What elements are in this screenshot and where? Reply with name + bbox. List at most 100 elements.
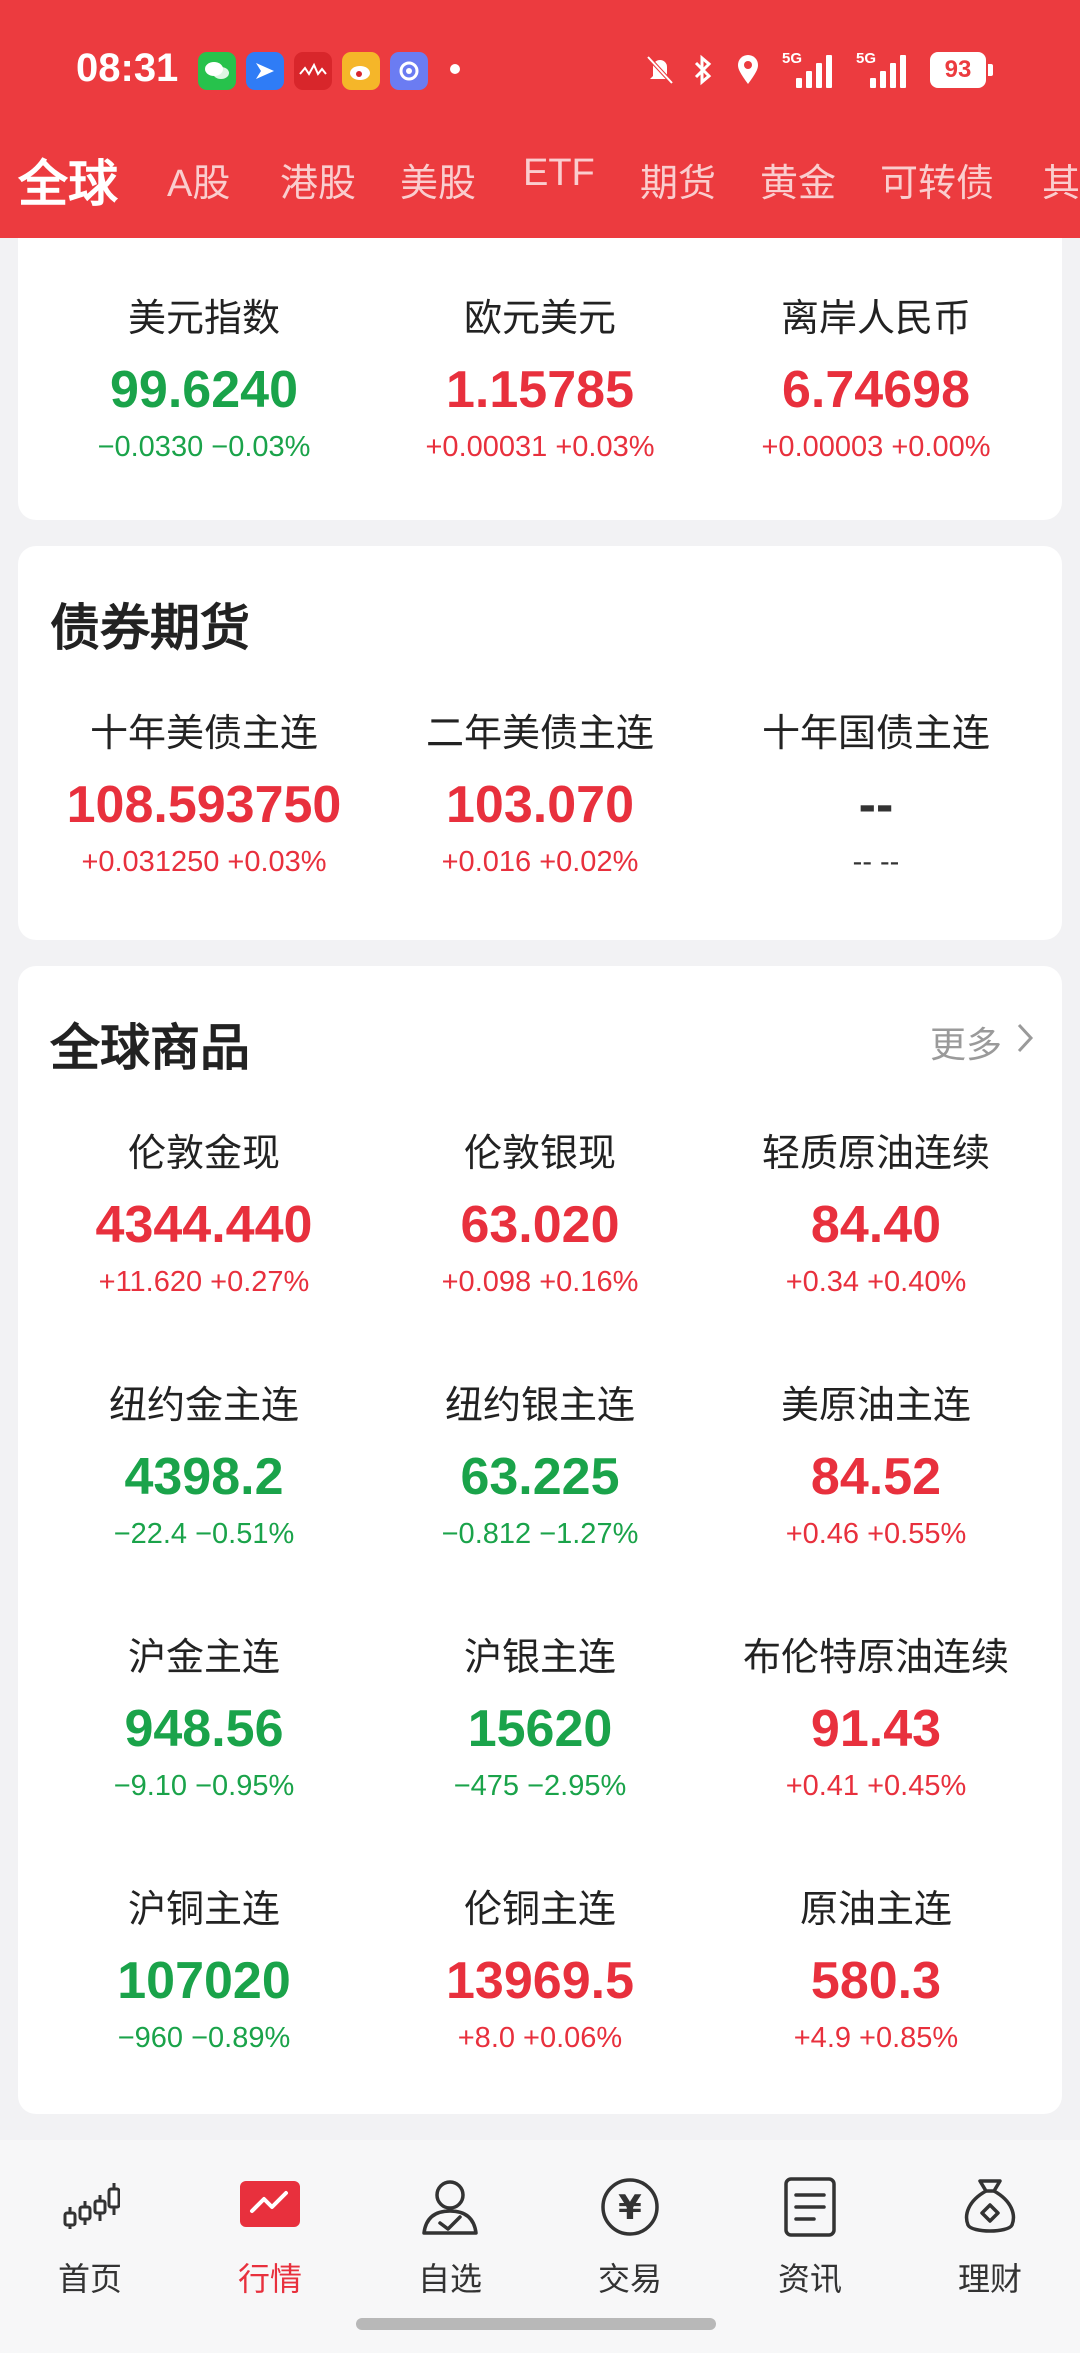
nav-news[interactable]: 资讯 (720, 2172, 900, 2300)
quote-change: −960 −0.89% (117, 2022, 291, 2054)
wechat-icon (198, 52, 236, 90)
quote-name: 美元指数 (127, 298, 280, 340)
quote-cell[interactable]: 原油主连 580.3 +4.9 +0.85% (708, 1884, 1044, 2058)
home-indicator[interactable] (356, 2318, 716, 2330)
candlestick-icon (55, 2172, 125, 2242)
global-commodities-card: 全球商品 更多 伦敦金现 4344.440 +11.620 +0.27% 伦敦银… (18, 966, 1062, 2114)
quote-change: −0.812 −1.27% (441, 1518, 639, 1550)
more-notifications-dot (450, 64, 460, 74)
tab-us-stocks[interactable]: 美股 (400, 152, 476, 207)
quote-change: −22.4 −0.51% (113, 1518, 295, 1550)
quote-name: 布伦特原油连续 (742, 1637, 1009, 1679)
user-check-icon (415, 2172, 485, 2242)
quote-cell[interactable]: 伦铜主连 13969.5 +8.0 +0.06% (372, 1884, 708, 2058)
nav-label: 自选 (417, 2261, 482, 2297)
quote-name: 十年美债主连 (89, 713, 318, 755)
tab-futures[interactable]: 期货 (640, 152, 716, 207)
nav-label: 交易 (597, 2261, 662, 2297)
quote-cell[interactable]: 伦敦银现 63.020 +0.098 +0.16% (372, 1128, 708, 1302)
quote-cell[interactable]: 布伦特原油连续 91.43 +0.41 +0.45% (708, 1632, 1044, 1806)
quote-change: +0.098 +0.16% (441, 1266, 639, 1298)
quote-name: 伦铜主连 (463, 1889, 616, 1931)
card-title: 债券期货 (50, 600, 250, 656)
quote-name: 二年美债主连 (425, 713, 654, 755)
quote-name: 轻质原油连续 (761, 1133, 990, 1175)
quote-cell[interactable]: 二年美债主连 103.070 +0.016 +0.02% (372, 708, 708, 882)
market-tabs: 全球 A股 港股 美股 ETF 期货 黄金 可转债 其 (0, 140, 1080, 220)
quote-name: 十年国债主连 (761, 713, 990, 755)
quote-cell[interactable]: 纽约银主连 63.225 −0.812 −1.27% (372, 1380, 708, 1554)
nav-market[interactable]: 行情 (180, 2172, 360, 2300)
tab-hk-stocks[interactable]: 港股 (280, 152, 356, 207)
quote-cell[interactable]: 沪金主连 948.56 −9.10 −0.95% (36, 1632, 372, 1806)
quote-price: 84.52 (810, 1448, 942, 1506)
quote-price: 15620 (467, 1700, 613, 1758)
cell-signal-icon (796, 54, 832, 88)
card-title: 全球商品 (50, 1020, 250, 1076)
quote-change: -- -- (852, 846, 900, 878)
nav-home[interactable]: 首页 (0, 2172, 180, 2300)
quote-name: 欧元美元 (463, 298, 616, 340)
quote-price: 948.56 (124, 1700, 284, 1758)
quote-name: 纽约金主连 (108, 1385, 299, 1427)
quote-name: 离岸人民币 (780, 298, 971, 340)
quote-cell[interactable]: 离岸人民币 6.74698 +0.00003 +0.00% (708, 293, 1044, 467)
quote-price: 13969.5 (446, 1952, 634, 2010)
quote-cell[interactable]: 美原油主连 84.52 +0.46 +0.55% (708, 1380, 1044, 1554)
quote-cell[interactable]: 欧元美元 1.15785 +0.00031 +0.03% (372, 293, 708, 467)
quote-price: 1.15785 (446, 361, 634, 419)
nav-label: 资讯 (777, 2261, 842, 2297)
quote-price: 99.6240 (110, 361, 298, 419)
quote-change: +11.620 +0.27% (98, 1266, 310, 1298)
cell-signal-icon-2 (870, 54, 906, 88)
app-header: 08:31 5G 5G 93 全球 A股 港股 美股 ETF 期货 黄金 可转债… (0, 0, 1080, 238)
tab-global[interactable]: 全球 (18, 144, 118, 216)
quote-cell[interactable]: 纽约金主连 4398.2 −22.4 −0.51% (36, 1380, 372, 1554)
nav-label: 理财 (957, 2261, 1022, 2297)
quote-price: 107020 (117, 1952, 291, 2010)
forex-card: 美元指数 99.6240 −0.0330 −0.03% 欧元美元 1.15785… (18, 238, 1062, 520)
quote-change: +0.41 +0.45% (785, 1770, 967, 1802)
tab-a-shares[interactable]: A股 (167, 152, 230, 207)
tab-convertible-bonds[interactable]: 可转债 (880, 152, 994, 207)
more-link[interactable]: 更多 (930, 1016, 1034, 1068)
quote-change: +4.9 +0.85% (793, 2022, 959, 2054)
quote-name: 沪金主连 (127, 1637, 280, 1679)
tab-etf[interactable]: ETF (523, 152, 595, 195)
quote-name: 原油主连 (799, 1889, 952, 1931)
weibo-icon (342, 52, 380, 90)
quote-cell[interactable]: 轻质原油连续 84.40 +0.34 +0.40% (708, 1128, 1044, 1302)
nav-wealth[interactable]: 理财 (900, 2172, 1080, 2300)
nav-label: 首页 (57, 2261, 122, 2297)
quote-change: −475 −2.95% (453, 1770, 627, 1802)
quote-cell[interactable]: 十年国债主连 -- -- -- (708, 708, 1044, 882)
chevron-right-icon (1016, 1021, 1034, 1063)
quote-name: 美原油主连 (780, 1385, 971, 1427)
quote-price: 91.43 (810, 1700, 942, 1758)
quote-price: 63.225 (460, 1448, 620, 1506)
svg-text:¥: ¥ (618, 2188, 642, 2228)
nav-watchlist[interactable]: 自选 (360, 2172, 540, 2300)
quote-name: 纽约银主连 (444, 1385, 635, 1427)
quote-name: 沪铜主连 (127, 1889, 280, 1931)
quote-change: +0.016 +0.02% (441, 846, 639, 878)
quote-cell[interactable]: 沪银主连 15620 −475 −2.95% (372, 1632, 708, 1806)
quote-cell[interactable]: 美元指数 99.6240 −0.0330 −0.03% (36, 293, 372, 467)
status-time: 08:31 (76, 46, 179, 90)
nav-label: 行情 (237, 2261, 302, 2297)
quote-price: 103.070 (446, 776, 634, 834)
market-chart-icon (235, 2172, 305, 2242)
battery-indicator: 93 (930, 52, 993, 88)
quote-change: −0.0330 −0.03% (97, 431, 311, 463)
nav-trade[interactable]: ¥ 交易 (540, 2172, 720, 2300)
tab-gold[interactable]: 黄金 (760, 152, 836, 207)
quote-price: 84.40 (810, 1196, 942, 1254)
quote-cell[interactable]: 沪铜主连 107020 −960 −0.89% (36, 1884, 372, 2058)
browser-app-icon (390, 52, 428, 90)
quote-cell[interactable]: 伦敦金现 4344.440 +11.620 +0.27% (36, 1128, 372, 1302)
signal-app-icon (294, 52, 332, 90)
quote-price: 4398.2 (124, 1448, 284, 1506)
tab-other[interactable]: 其 (1042, 152, 1080, 207)
bond-futures-card: 债券期货 十年美债主连 108.593750 +0.031250 +0.03% … (18, 546, 1062, 940)
quote-cell[interactable]: 十年美债主连 108.593750 +0.031250 +0.03% (36, 708, 372, 882)
